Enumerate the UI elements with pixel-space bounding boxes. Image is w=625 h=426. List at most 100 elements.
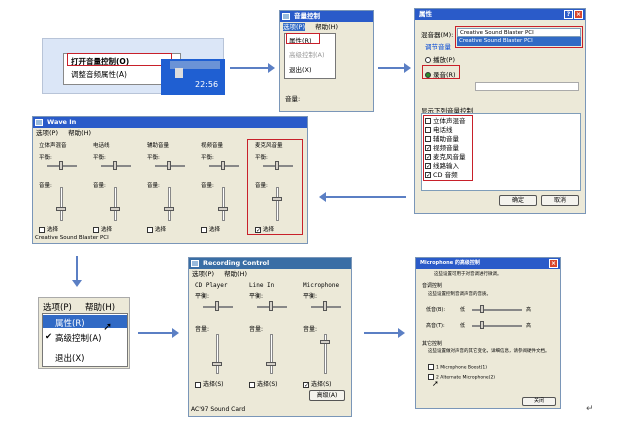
check-icon: ✔ (45, 332, 53, 342)
balance-thumb[interactable] (221, 161, 225, 170)
channel-name: Line In (249, 282, 275, 289)
volume-label: 音量: (303, 326, 318, 333)
select-checkbox[interactable]: 选择(S) (249, 379, 278, 388)
other-select[interactable] (475, 82, 579, 91)
checkbox[interactable] (147, 226, 153, 233)
speaker-icon[interactable] (175, 68, 183, 78)
menu-help[interactable]: 帮助(H) (85, 301, 115, 313)
volume-slider[interactable] (114, 187, 117, 221)
menu-options[interactable]: 选项(P) (36, 129, 58, 137)
balance-thumb[interactable] (269, 301, 273, 311)
select-label: 选择 (47, 227, 59, 233)
volume-thumb[interactable] (266, 362, 276, 366)
balance-thumb[interactable] (59, 161, 63, 170)
menu-options[interactable]: 选项(P) (283, 23, 305, 31)
highlight-record (422, 65, 460, 79)
checkbox[interactable] (195, 381, 201, 388)
volume-thumb[interactable] (56, 207, 66, 211)
bass-low: 低 (460, 307, 466, 313)
highlight-mixer (455, 26, 583, 48)
dropdown-exit[interactable]: 退出(X) (55, 352, 84, 364)
balance-thumb[interactable] (167, 161, 171, 170)
volume-slider[interactable] (60, 187, 63, 221)
checkbox[interactable] (39, 226, 45, 233)
volume-slider[interactable] (222, 187, 225, 221)
properties-dialog: 属性 ? × 混音器(M): Creative Sound Blaster PC… (414, 8, 586, 214)
select-checkbox[interactable]: 选择 (147, 225, 166, 233)
volume-thumb[interactable] (218, 207, 228, 211)
clock[interactable]: 22:56 (195, 80, 218, 89)
tray-panel: 打开音量控制(O) 调整音频属性(A) 22:56 (42, 38, 225, 95)
status-bar: Creative Sound Blaster PCI (35, 235, 109, 241)
balance-thumb[interactable] (215, 301, 219, 311)
title-bar: Wave In (33, 117, 307, 128)
advanced-button[interactable]: 高级(A) (309, 390, 345, 401)
volume-slider[interactable] (216, 334, 219, 374)
speaker-icon (35, 119, 43, 126)
select-label: 选择 (155, 227, 167, 233)
select-checkbox[interactable]: 选择 (93, 225, 112, 233)
volume-thumb[interactable] (110, 207, 120, 211)
balance-label: 平衡: (147, 155, 160, 161)
alternate-label: 2 Alternate Microphone(2) (436, 375, 496, 381)
cancel-button[interactable]: 取消 (541, 195, 579, 206)
cursor-icon: ➚ (103, 320, 113, 333)
volume-label: 音量: (201, 183, 214, 189)
checkbox[interactable] (93, 226, 99, 233)
boost-checkbox[interactable]: 1 Microphone Boost(1) (428, 364, 487, 371)
select-checkbox[interactable]: 选择 (201, 225, 220, 233)
menu-help[interactable]: 帮助(H) (68, 129, 91, 137)
checkbox[interactable] (201, 226, 207, 233)
bass-slider-thumb[interactable] (480, 305, 484, 313)
menu-options[interactable]: 选项(P) (43, 301, 72, 313)
dropdown-advanced[interactable]: 高级控制(A) (289, 49, 325, 59)
dropdown-exit[interactable]: 退出(X) (289, 64, 312, 74)
volume-thumb[interactable] (320, 340, 330, 344)
treble-slider-thumb[interactable] (480, 321, 484, 329)
dropdown-advanced[interactable]: 高级控制(A) (55, 332, 101, 344)
ok-button[interactable]: 确定 (499, 195, 537, 206)
boost-label: 1 Microphone Boost(1) (436, 365, 487, 371)
channel-strip: CD Player 平衡: 音量: 选择(S) (193, 282, 245, 392)
menu-help[interactable]: 帮助(H) (224, 270, 247, 278)
title-bar: 属性 ? × (415, 9, 585, 20)
speaker-icon (282, 13, 290, 20)
select-label: 选择 (209, 227, 221, 233)
checkbox[interactable]: ✓ (303, 381, 309, 388)
close-icon[interactable]: × (549, 259, 558, 268)
select-checkbox[interactable]: 选择 (39, 225, 58, 233)
close-icon[interactable]: × (574, 10, 583, 19)
channel-strip: 视频音量 平衡: 音量: 选择 (199, 141, 251, 235)
select-label: 选择(S) (203, 381, 224, 388)
select-checkbox[interactable]: 选择(S) (195, 379, 224, 388)
channel-name: CD Player (195, 282, 228, 289)
menu-item-adjust-audio[interactable]: 调整音频属性(A) (71, 69, 127, 80)
balance-thumb[interactable] (113, 161, 117, 170)
select-checkbox[interactable]: ✓ 选择(S) (303, 379, 332, 388)
treble-low: 低 (460, 323, 466, 329)
select-label: 选择 (101, 227, 113, 233)
dropdown-props-label: 属性(R) (55, 319, 85, 329)
menu-help[interactable]: 帮助(H) (315, 23, 338, 31)
other-section: 其它控制 (422, 341, 443, 347)
volume-thumb[interactable] (212, 362, 222, 366)
arrow-1 (230, 63, 275, 73)
arrow-4 (72, 256, 82, 287)
volume-slider[interactable] (168, 187, 171, 221)
radio-playback[interactable]: 播放(P) (425, 54, 455, 64)
tone-section: 音调控制 (422, 283, 443, 289)
title-bar: 音量控制 (280, 11, 373, 22)
menu-options[interactable]: 选项(P) (192, 270, 214, 278)
volume-thumb[interactable] (164, 207, 174, 211)
channel-strip: Line In 平衡: 音量: 选择(S) (247, 282, 299, 392)
channel-strip: 电话线 平衡: 音量: 选择 (91, 141, 143, 235)
volume-slider[interactable] (270, 334, 273, 374)
channel-name: 视频音量 (201, 143, 224, 149)
checkbox[interactable] (249, 381, 255, 388)
help-icon[interactable]: ? (564, 10, 573, 19)
balance-thumb[interactable] (323, 301, 327, 311)
channel-strip: 辅助音量 平衡: 音量: 选择 (145, 141, 197, 235)
intro-text: 这些设置可用于对音调进行微调。 (434, 272, 502, 277)
menu-bar: 选项(P) 帮助(H) (33, 128, 307, 138)
close-button[interactable]: 关闭 (522, 397, 556, 406)
